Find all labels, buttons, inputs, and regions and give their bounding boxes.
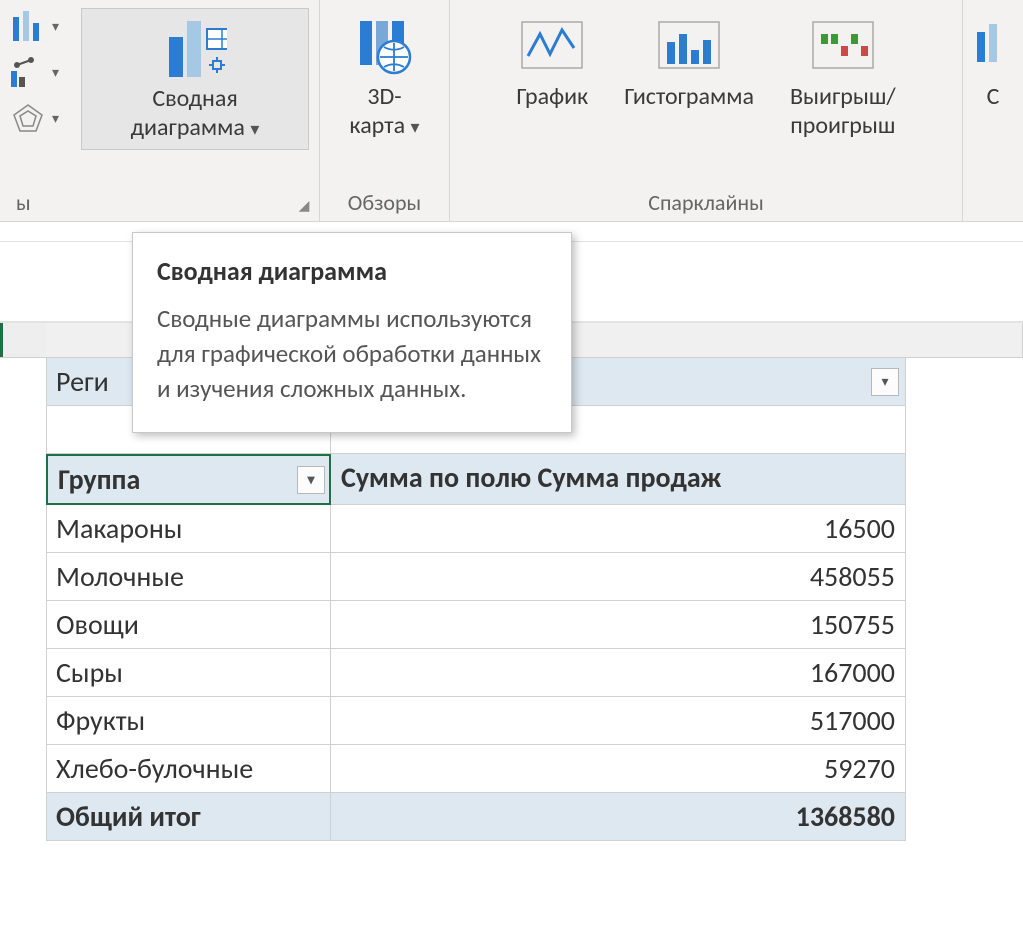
radar-chart-icon — [10, 102, 46, 134]
ribbon-group-tours: 3D- карта ▾ Обзоры — [320, 0, 450, 221]
bar-chart-icon — [10, 56, 46, 88]
pivot-row-label[interactable]: Фрукты — [46, 697, 331, 745]
chart-radar-button[interactable]: ▾ — [10, 102, 59, 134]
ribbon: ▾ ▾ ▾ — [0, 0, 1023, 222]
column-chart-icon — [10, 10, 46, 42]
pivot-chart-icon — [163, 15, 227, 79]
sparkline-line-icon — [520, 13, 584, 77]
pivot-chart-label: Сводная диаграмма ▾ — [131, 85, 260, 143]
ribbon-group-charts: ▾ ▾ ▾ — [0, 0, 320, 221]
partial-icon — [961, 13, 1023, 77]
mini-chart-buttons: ▾ ▾ ▾ — [10, 6, 59, 134]
sparkline-column-icon — [657, 13, 721, 77]
partial-button[interactable]: С — [952, 6, 1023, 119]
pivot-row-value[interactable]: 59270 — [331, 745, 906, 793]
pivot-total-row: Общий итог 1368580 — [46, 793, 906, 841]
pivot-row-label[interactable]: Макароны — [46, 505, 331, 553]
sparkline-winloss-icon — [811, 13, 875, 77]
pivot-value-header-cell[interactable]: Сумма по полю Сумма продаж — [331, 454, 906, 505]
globe-3d-icon — [352, 13, 416, 77]
partial-label: С — [987, 83, 1000, 112]
pivot-chart-button[interactable]: Сводная диаграмма ▾ — [81, 8, 309, 150]
ribbon-group-label: ы — [10, 187, 309, 221]
pivot-row-value[interactable]: 16500 — [331, 505, 906, 553]
row-header-dropdown-button[interactable]: ▾ — [297, 466, 325, 494]
sparkline-winloss-button[interactable]: Выигрыш/проигрыш — [781, 6, 905, 148]
tooltip-title: Сводная диаграмма — [157, 255, 547, 287]
pivot-data-row: Фрукты 517000 — [46, 697, 906, 745]
ribbon-group-label: Обзоры — [348, 187, 421, 221]
ribbon-group-partial: С — [963, 0, 1023, 221]
pivot-row-label[interactable]: Овощи — [46, 601, 331, 649]
chevron-down-icon: ▾ — [411, 116, 420, 138]
sparkline-column-button[interactable]: Гистограмма — [615, 6, 763, 119]
pivot-data-row: Овощи 150755 — [46, 601, 906, 649]
pivot-row-value[interactable]: 517000 — [331, 697, 906, 745]
dialog-launcher-icon[interactable]: ◢ — [295, 197, 313, 215]
3d-map-button[interactable]: 3D- карта ▾ — [340, 6, 428, 148]
pivot-data-row: Хлебо-булочные 59270 — [46, 745, 906, 793]
3d-map-label: 3D- карта ▾ — [349, 83, 419, 141]
pivot-total-value[interactable]: 1368580 — [331, 793, 906, 841]
sparkline-winloss-label: Выигрыш/проигрыш — [790, 83, 896, 141]
chart-column-button[interactable]: ▾ — [10, 10, 59, 42]
pivot-data-row: Сыры 167000 — [46, 649, 906, 697]
pivot-header-row: Группа ▾ Сумма по полю Сумма продаж — [46, 454, 906, 505]
pivot-row-value[interactable]: 458055 — [331, 553, 906, 601]
pivot-row-header-text: Группа — [58, 462, 140, 497]
chart-bar-button[interactable]: ▾ — [10, 56, 59, 88]
pivot-row-label[interactable]: Сыры — [46, 649, 331, 697]
pivot-data-row: Макароны 16500 — [46, 505, 906, 553]
ribbon-group-label: Спарклайны — [648, 187, 764, 221]
pivot-row-header-cell[interactable]: Группа ▾ — [46, 454, 331, 505]
sparkline-column-label: Гистограмма — [624, 83, 754, 112]
sparkline-line-button[interactable]: График — [507, 6, 597, 119]
filter-dropdown-button[interactable]: ▾ — [871, 368, 899, 396]
tooltip-body: Сводные диаграммы используются для графи… — [157, 301, 547, 406]
chevron-down-icon: ▾ — [52, 110, 59, 127]
pivot-total-label[interactable]: Общий итог — [46, 793, 331, 841]
pivot-chart-tooltip: Сводная диаграмма Сводные диаграммы испо… — [132, 232, 572, 433]
pivot-row-value[interactable]: 167000 — [331, 649, 906, 697]
pivot-row-label[interactable]: Молочные — [46, 553, 331, 601]
pivot-data-row: Молочные 458055 — [46, 553, 906, 601]
sparkline-line-label: График — [516, 83, 588, 112]
ribbon-group-sparklines: График Гистограмма Выигрыш/проигрыш Спар… — [450, 0, 963, 221]
pivot-row-value[interactable]: 150755 — [331, 601, 906, 649]
pivot-row-label[interactable]: Хлебо-булочные — [46, 745, 331, 793]
chevron-down-icon: ▾ — [52, 18, 59, 35]
chevron-down-icon: ▾ — [250, 118, 259, 140]
chevron-down-icon: ▾ — [52, 64, 59, 81]
